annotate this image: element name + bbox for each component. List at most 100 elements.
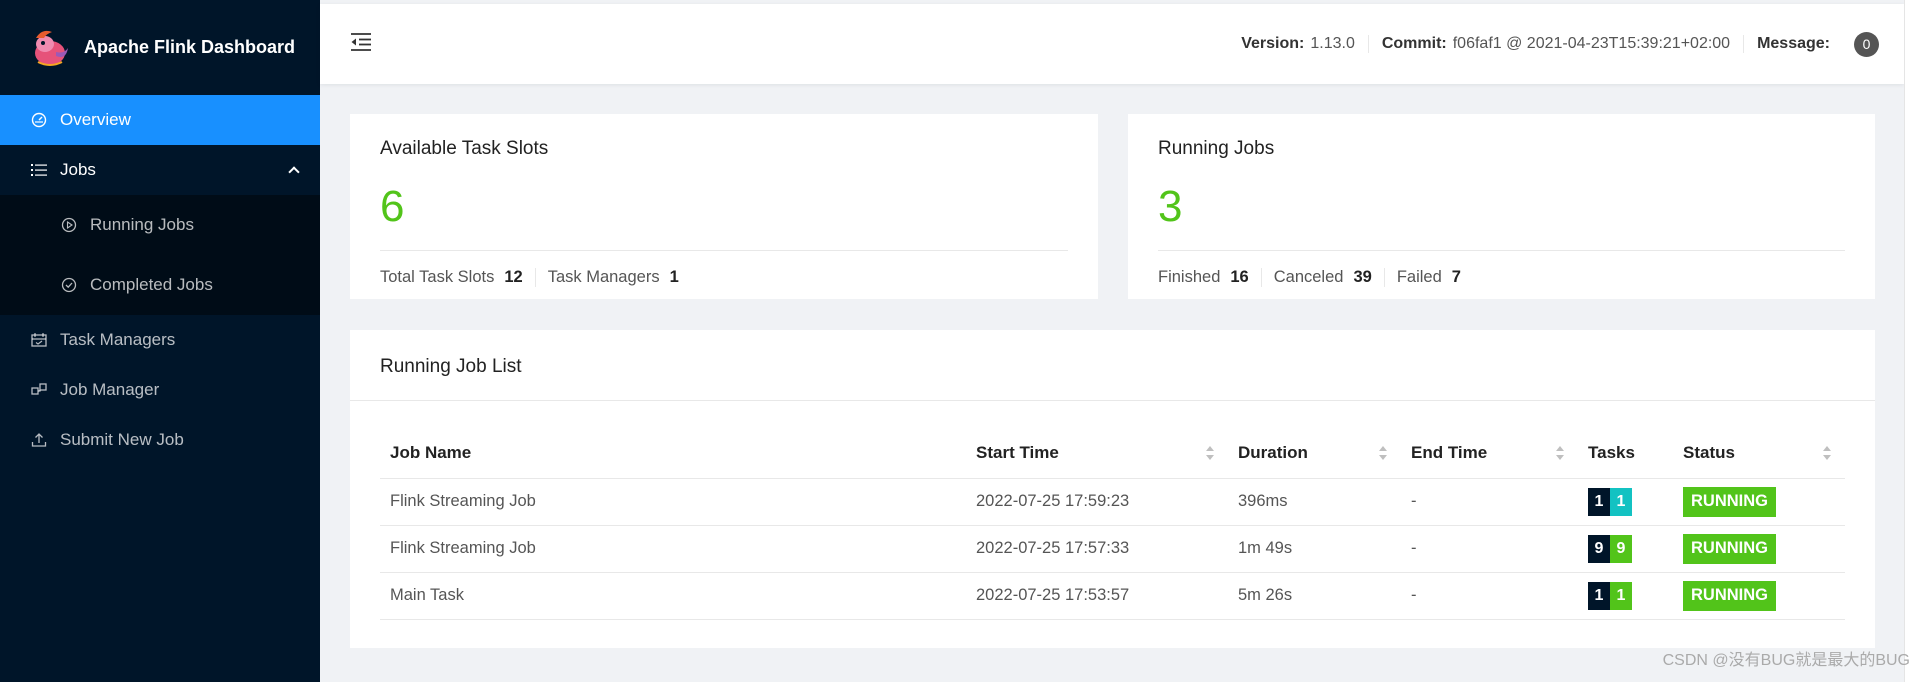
- app-logo[interactable]: Apache Flink Dashboard: [0, 0, 320, 95]
- sidebar-item-label: Completed Jobs: [90, 275, 213, 294]
- table-row[interactable]: Flink Streaming Job 2022-07-25 17:59:23 …: [380, 478, 1845, 526]
- status-badge: RUNNING: [1683, 486, 1776, 517]
- sidebar-item-jobs[interactable]: Jobs: [0, 145, 320, 195]
- sort-icon[interactable]: [1379, 445, 1387, 460]
- column-header-duration[interactable]: Duration: [1228, 428, 1401, 479]
- sort-icon[interactable]: [1206, 445, 1214, 460]
- message-count-badge[interactable]: 0: [1854, 31, 1879, 57]
- running-jobs-card: Running Jobs 3 Finished 16 Canceled 39 F…: [1128, 114, 1875, 299]
- play-circle-icon: [60, 216, 78, 234]
- sidebar-item-running-jobs[interactable]: Running Jobs: [0, 195, 320, 255]
- stat-value: 16: [1230, 268, 1249, 286]
- column-header-label: End Time: [1411, 442, 1488, 462]
- running-job-list-card: Running Job List Job Name Start Time Dur…: [350, 330, 1875, 648]
- tasks-running: 1: [1610, 581, 1632, 610]
- tasks-total: 1: [1588, 487, 1610, 516]
- status-cell: RUNNING: [1673, 525, 1845, 573]
- sidebar-item-overview[interactable]: Overview: [0, 95, 320, 145]
- tasks-running: 9: [1610, 534, 1632, 563]
- sidebar-item-job-manager[interactable]: Job Manager: [0, 365, 320, 415]
- table-header-row: Job Name Start Time Duration End Time Ta…: [380, 428, 1845, 479]
- message-label: Message:: [1757, 35, 1830, 52]
- table-row[interactable]: Main Task 2022-07-25 17:53:57 5m 26s - 1…: [380, 572, 1845, 620]
- sidebar-item-completed-jobs[interactable]: Completed Jobs: [0, 255, 320, 315]
- upload-icon: [30, 431, 48, 449]
- task-count-badge: 9 9: [1588, 534, 1632, 563]
- running-job-table: Job Name Start Time Duration End Time Ta…: [380, 428, 1845, 620]
- column-header-label: Status: [1683, 442, 1735, 462]
- column-header-label: Start Time: [976, 442, 1059, 462]
- card-title: Running Jobs: [1158, 138, 1275, 159]
- stat-value: 39: [1353, 268, 1372, 286]
- sidebar-item-submit-new-job[interactable]: Submit New Job: [0, 415, 320, 465]
- sort-icon[interactable]: [1556, 445, 1564, 460]
- start-time-cell: 2022-07-25 17:57:33: [966, 525, 1228, 573]
- available-slots-value: 6: [380, 182, 405, 231]
- sort-icon[interactable]: [1823, 445, 1831, 460]
- scrollbar[interactable]: [1904, 0, 1920, 682]
- version-info: Version: 1.13.0: [1228, 35, 1369, 53]
- task-count-badge: 1 1: [1588, 581, 1632, 610]
- tasks-cell: 1 1: [1578, 572, 1673, 620]
- sidebar-item-task-managers[interactable]: Task Managers: [0, 315, 320, 365]
- stat-label: Failed: [1396, 268, 1442, 286]
- job-table-wrapper: Job Name Start Time Duration End Time Ta…: [380, 428, 1845, 620]
- divider: [350, 400, 1875, 401]
- commit-info: Commit: f06faf1 @ 2021-04-23T15:39:21+02…: [1369, 35, 1745, 53]
- column-header-job-name: Job Name: [380, 428, 966, 479]
- status-cell: RUNNING: [1673, 478, 1845, 526]
- stat-label: Total Task Slots: [380, 268, 495, 286]
- duration-cell: 5m 26s: [1228, 572, 1401, 620]
- card-title: Available Task Slots: [380, 138, 549, 159]
- tasks-running: 1: [1610, 487, 1632, 516]
- start-time-cell: 2022-07-25 17:59:23: [966, 478, 1228, 526]
- version-label: Version:: [1241, 35, 1305, 52]
- start-time-cell: 2022-07-25 17:53:57: [966, 572, 1228, 620]
- stat-value: 12: [504, 268, 523, 286]
- dashboard-icon: [30, 111, 48, 129]
- version-value: 1.13.0: [1310, 35, 1355, 52]
- running-jobs-value: 3: [1158, 182, 1183, 231]
- available-task-slots-card: Available Task Slots 6 Total Task Slots …: [350, 114, 1098, 299]
- stat-label: Canceled: [1273, 268, 1344, 286]
- menu-fold-icon[interactable]: [350, 32, 372, 52]
- column-header-label: Duration: [1238, 442, 1308, 462]
- status-badge: RUNNING: [1683, 580, 1776, 611]
- stat-label: Task Managers: [547, 268, 660, 286]
- tasks-cell: 1 1: [1578, 478, 1673, 526]
- column-header-tasks: Tasks: [1578, 428, 1673, 479]
- tasks-total: 1: [1588, 581, 1610, 610]
- column-header-start-time[interactable]: Start Time: [966, 428, 1228, 479]
- status-badge: RUNNING: [1683, 533, 1776, 564]
- column-header-end-time[interactable]: End Time: [1401, 428, 1578, 479]
- commit-value: f06faf1 @ 2021-04-23T15:39:21+02:00: [1452, 35, 1731, 52]
- end-time-cell: -: [1401, 572, 1578, 620]
- sidebar-item-label: Running Jobs: [90, 215, 194, 234]
- cluster-icon: [30, 381, 48, 399]
- duration-cell: 1m 49s: [1228, 525, 1401, 573]
- sidebar: Apache Flink Dashboard Overview Jobs Run…: [0, 0, 320, 682]
- canceled-stat: Canceled 39: [1274, 268, 1385, 287]
- tasks-cell: 9 9: [1578, 525, 1673, 573]
- stat-value: 7: [1451, 268, 1461, 286]
- card-title: Running Job List: [380, 356, 522, 377]
- stat-value: 1: [669, 268, 679, 286]
- column-header-status[interactable]: Status: [1673, 428, 1845, 479]
- total-task-slots-stat: Total Task Slots 12: [380, 268, 536, 287]
- message-info[interactable]: Message: 0: [1744, 31, 1892, 57]
- table-row[interactable]: Flink Streaming Job 2022-07-25 17:57:33 …: [380, 525, 1845, 573]
- chevron-up-icon: [288, 166, 300, 178]
- finished-stat: Finished 16: [1158, 268, 1262, 287]
- duration-cell: 396ms: [1228, 478, 1401, 526]
- task-count-badge: 1 1: [1588, 487, 1632, 516]
- app-title: Apache Flink Dashboard: [84, 37, 296, 57]
- sidebar-item-label: Overview: [60, 110, 131, 129]
- tasks-total: 9: [1588, 534, 1610, 563]
- sidebar-item-label: Task Managers: [60, 330, 176, 349]
- divider: [1158, 250, 1845, 251]
- top-header: Version: 1.13.0 Commit: f06faf1 @ 2021-0…: [320, 4, 1904, 84]
- slot-stats: Total Task Slots 12 Task Managers 1: [380, 268, 703, 287]
- task-managers-stat: Task Managers 1: [548, 268, 691, 287]
- schedule-icon: [30, 331, 48, 349]
- commit-label: Commit:: [1381, 35, 1447, 52]
